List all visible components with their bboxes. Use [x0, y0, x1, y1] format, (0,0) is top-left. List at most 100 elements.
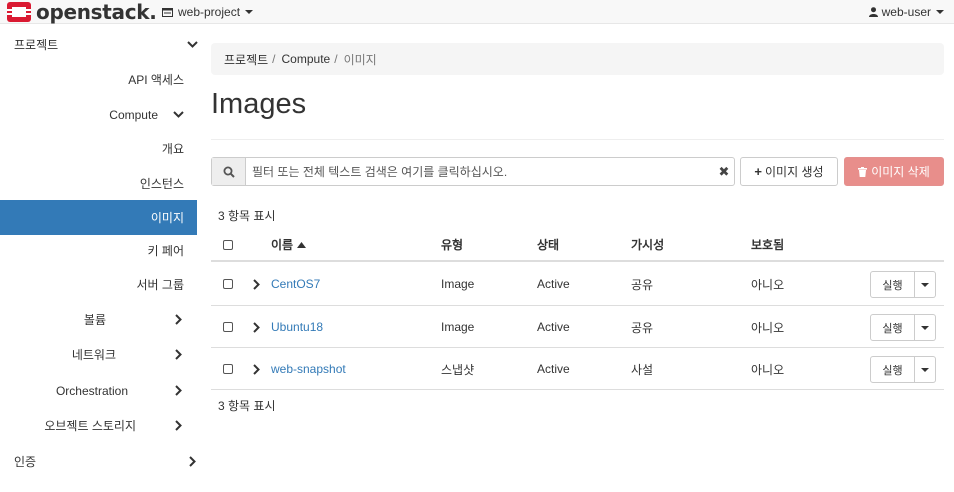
project-switcher[interactable]: web-project	[162, 0, 254, 24]
sidebar-item-label: 네트워크	[71, 348, 116, 362]
chevron-down-icon	[921, 325, 929, 330]
launch-button[interactable]: 실행	[870, 271, 915, 298]
sidebar-item-label: Orchestration	[55, 383, 128, 398]
image-name-link[interactable]: web-snapshot	[271, 348, 346, 390]
sidebar-item-overview[interactable]: 개요	[0, 131, 197, 166]
chevron-right-icon[interactable]	[253, 363, 260, 375]
image-type: Image	[441, 320, 475, 334]
sidebar-item-label: API 액세스	[128, 73, 184, 87]
image-protected: 아니오	[751, 362, 785, 377]
select-all-cell	[223, 228, 233, 261]
create-image-button[interactable]: + 이미지 생성	[740, 157, 838, 186]
select-all-checkbox[interactable]	[223, 239, 233, 250]
sidebar-item-object-storage[interactable]: 오브젝트 스토리지	[0, 408, 197, 443]
chevron-right-icon	[172, 349, 184, 360]
sidebar-item-volumes[interactable]: 볼륨	[0, 302, 197, 337]
chevron-right-icon[interactable]	[253, 321, 260, 333]
row-checkbox[interactable]	[223, 364, 233, 374]
image-visibility: 공유	[631, 320, 654, 335]
image-protected: 아니오	[751, 277, 785, 292]
sort-asc-icon	[297, 241, 307, 248]
sidebar-item-project[interactable]: 프로젝트	[0, 27, 198, 62]
openstack-logo-icon	[7, 2, 31, 22]
sidebar-item-label: 서버 그룹	[136, 278, 185, 292]
column-header-type[interactable]: 유형	[441, 228, 463, 261]
search-icon[interactable]	[212, 158, 246, 185]
image-type: 스냅샷	[441, 362, 475, 377]
sidebar-item-keypairs[interactable]: 키 페어	[0, 233, 197, 268]
table-row: web-snapshot 스냅샷 Active 사설 아니오 실행	[211, 347, 944, 390]
user-menu[interactable]: web-user	[868, 0, 944, 24]
row-actions-dropdown[interactable]	[915, 356, 936, 383]
column-header-label: 이름	[271, 238, 294, 252]
sidebar-item-network[interactable]: 네트워크	[0, 337, 197, 372]
row-checkbox[interactable]	[223, 322, 233, 332]
project-name: web-project	[178, 5, 241, 19]
column-header-name[interactable]: 이름	[271, 228, 307, 261]
row-actions-dropdown[interactable]	[915, 271, 936, 298]
breadcrumb-compute[interactable]: Compute	[282, 52, 331, 66]
sidebar-item-api-access[interactable]: API 액세스	[0, 62, 197, 97]
launch-button[interactable]: 실행	[870, 356, 915, 383]
user-icon	[868, 7, 878, 17]
user-name: web-user	[881, 5, 931, 19]
sidebar-item-label: 이미지	[150, 211, 184, 225]
image-status: Active	[537, 320, 570, 334]
logo-text: openstack.	[36, 0, 157, 24]
row-actions: 실행	[870, 356, 936, 383]
top-navbar: openstack. web-project web-user	[0, 0, 954, 24]
chevron-down-icon	[936, 10, 944, 14]
search-input[interactable]	[246, 158, 714, 185]
image-visibility: 사설	[631, 362, 654, 377]
divider	[211, 139, 944, 140]
row-checkbox[interactable]	[223, 279, 233, 289]
create-image-label: 이미지 생성	[765, 165, 824, 179]
image-name-link[interactable]: CentOS7	[271, 263, 320, 305]
trash-icon	[858, 166, 868, 177]
breadcrumb-project[interactable]: 프로젝트	[224, 51, 268, 68]
chevron-right-icon	[172, 385, 184, 396]
sidebar: 프로젝트 API 액세스 Compute 개요 인스턴스 이미지 키 페어 서버…	[0, 25, 198, 492]
sidebar-item-label: 키 페어	[147, 244, 184, 258]
image-type: Image	[441, 277, 475, 291]
sidebar-item-compute[interactable]: Compute	[0, 97, 197, 132]
column-header-visibility[interactable]: 가시성	[631, 228, 664, 261]
chevron-down-icon	[245, 10, 254, 14]
breadcrumb-separator: /	[334, 52, 338, 66]
chevron-down-icon	[921, 367, 929, 372]
chevron-right-icon[interactable]	[253, 278, 260, 290]
delete-images-button[interactable]: 이미지 삭제	[844, 157, 944, 186]
sidebar-item-label: 오브젝트 스토리지	[44, 419, 136, 433]
sidebar-item-server-groups[interactable]: 서버 그룹	[0, 267, 197, 302]
image-status: Active	[537, 277, 570, 291]
table-row: Ubuntu18 Image Active 공유 아니오 실행	[211, 305, 944, 347]
sidebar-item-label: Compute	[109, 107, 158, 122]
table-header: 이름 유형 상태 가시성 보호됨	[211, 228, 944, 262]
sidebar-item-orchestration[interactable]: Orchestration	[0, 373, 197, 408]
page-title: Images	[211, 88, 307, 120]
sidebar-item-label: 볼륨	[83, 313, 106, 327]
column-header-status[interactable]: 상태	[537, 228, 559, 261]
sidebar-item-identity[interactable]: 인증	[0, 444, 197, 479]
chevron-down-icon	[172, 111, 184, 118]
row-actions: 실행	[870, 314, 936, 341]
item-count-top: 3 항목 표시	[218, 209, 276, 223]
table-row: CentOS7 Image Active 공유 아니오 실행	[211, 263, 944, 305]
chevron-down-icon	[186, 41, 198, 48]
item-count-bottom: 3 항목 표시	[218, 399, 276, 413]
launch-button[interactable]: 실행	[870, 314, 915, 341]
close-icon[interactable]: ✖	[714, 164, 734, 180]
search-group: ✖	[211, 157, 735, 186]
image-name-link[interactable]: Ubuntu18	[271, 306, 323, 348]
project-list-icon	[162, 7, 173, 17]
row-actions: 실행	[870, 271, 936, 298]
image-protected: 아니오	[751, 320, 785, 335]
sidebar-item-instances[interactable]: 인스턴스	[0, 166, 197, 201]
chevron-right-icon	[186, 456, 198, 467]
row-actions-dropdown[interactable]	[915, 314, 936, 341]
image-status: Active	[537, 362, 570, 376]
sidebar-item-label: 인스턴스	[139, 177, 184, 191]
sidebar-item-images[interactable]: 이미지	[0, 200, 197, 235]
column-header-protected[interactable]: 보호됨	[751, 228, 784, 261]
openstack-logo[interactable]: openstack.	[6, 0, 157, 24]
